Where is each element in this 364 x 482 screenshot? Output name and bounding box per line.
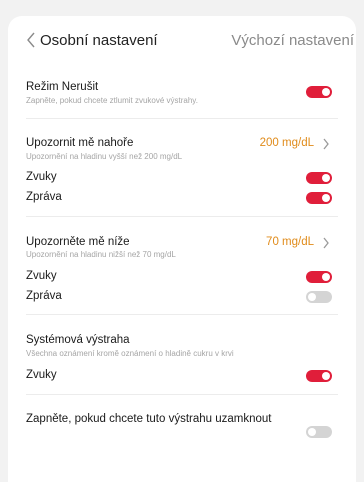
toggle-knob bbox=[308, 293, 316, 301]
low-alert-message-label: Zpráva bbox=[26, 290, 62, 302]
toggle-knob bbox=[308, 428, 316, 436]
divider bbox=[26, 314, 338, 315]
divider bbox=[26, 394, 338, 395]
page-title: Osobní nastavení bbox=[40, 32, 158, 49]
dnd-toggle[interactable] bbox=[306, 86, 332, 98]
system-alert-subtitle: Všechna oznámení kromě oznámení o hladin… bbox=[26, 349, 234, 358]
settings-card: Osobní nastavení Výchozí nastavení Režim… bbox=[8, 16, 356, 482]
high-alert-value[interactable]: 200 mg/dL bbox=[260, 137, 314, 149]
toggle-knob bbox=[322, 194, 330, 202]
low-alert-title: Upozorněte mě níže bbox=[26, 236, 130, 248]
toggle-knob bbox=[322, 273, 330, 281]
high-alert-title: Upozornit mě nahoře bbox=[26, 137, 134, 149]
low-alert-sounds-toggle[interactable] bbox=[306, 271, 332, 283]
lock-alert-toggle[interactable] bbox=[306, 426, 332, 438]
high-alert-message-label: Zpráva bbox=[26, 191, 62, 203]
back-button[interactable] bbox=[24, 30, 38, 50]
toggle-knob bbox=[322, 88, 330, 96]
low-alert-message-toggle[interactable] bbox=[306, 291, 332, 303]
high-alert-chevron[interactable] bbox=[322, 137, 330, 150]
lock-alert-title: Zapněte, pokud chcete tuto výstrahu uzam… bbox=[26, 413, 272, 425]
dnd-subtitle: Zapněte, pokud chcete ztlumit zvukové vý… bbox=[26, 96, 198, 105]
chevron-left-icon bbox=[27, 32, 35, 48]
system-alert-title: Systémová výstraha bbox=[26, 334, 130, 346]
low-alert-chevron[interactable] bbox=[322, 236, 330, 249]
toggle-knob bbox=[322, 372, 330, 380]
high-alert-sounds-label: Zvuky bbox=[26, 171, 57, 183]
divider bbox=[26, 216, 338, 217]
high-alert-sounds-toggle[interactable] bbox=[306, 172, 332, 184]
low-alert-value[interactable]: 70 mg/dL bbox=[266, 236, 314, 248]
low-alert-sounds-label: Zvuky bbox=[26, 270, 57, 282]
high-alert-message-toggle[interactable] bbox=[306, 192, 332, 204]
dnd-title: Režim Nerušit bbox=[26, 81, 99, 93]
toggle-knob bbox=[322, 174, 330, 182]
system-alert-sounds-label: Zvuky bbox=[26, 369, 57, 381]
header: Osobní nastavení Výchozí nastavení bbox=[8, 16, 356, 64]
low-alert-subtitle: Upozornění na hladinu nižší než 70 mg/dL bbox=[26, 250, 176, 259]
divider bbox=[26, 118, 338, 119]
high-alert-subtitle: Upozornění na hladinu vyšší než 200 mg/d… bbox=[26, 152, 183, 161]
system-alert-sounds-toggle[interactable] bbox=[306, 370, 332, 382]
chevron-right-icon bbox=[323, 237, 329, 249]
reset-defaults-button[interactable]: Výchozí nastavení bbox=[231, 32, 354, 49]
chevron-right-icon bbox=[323, 138, 329, 150]
